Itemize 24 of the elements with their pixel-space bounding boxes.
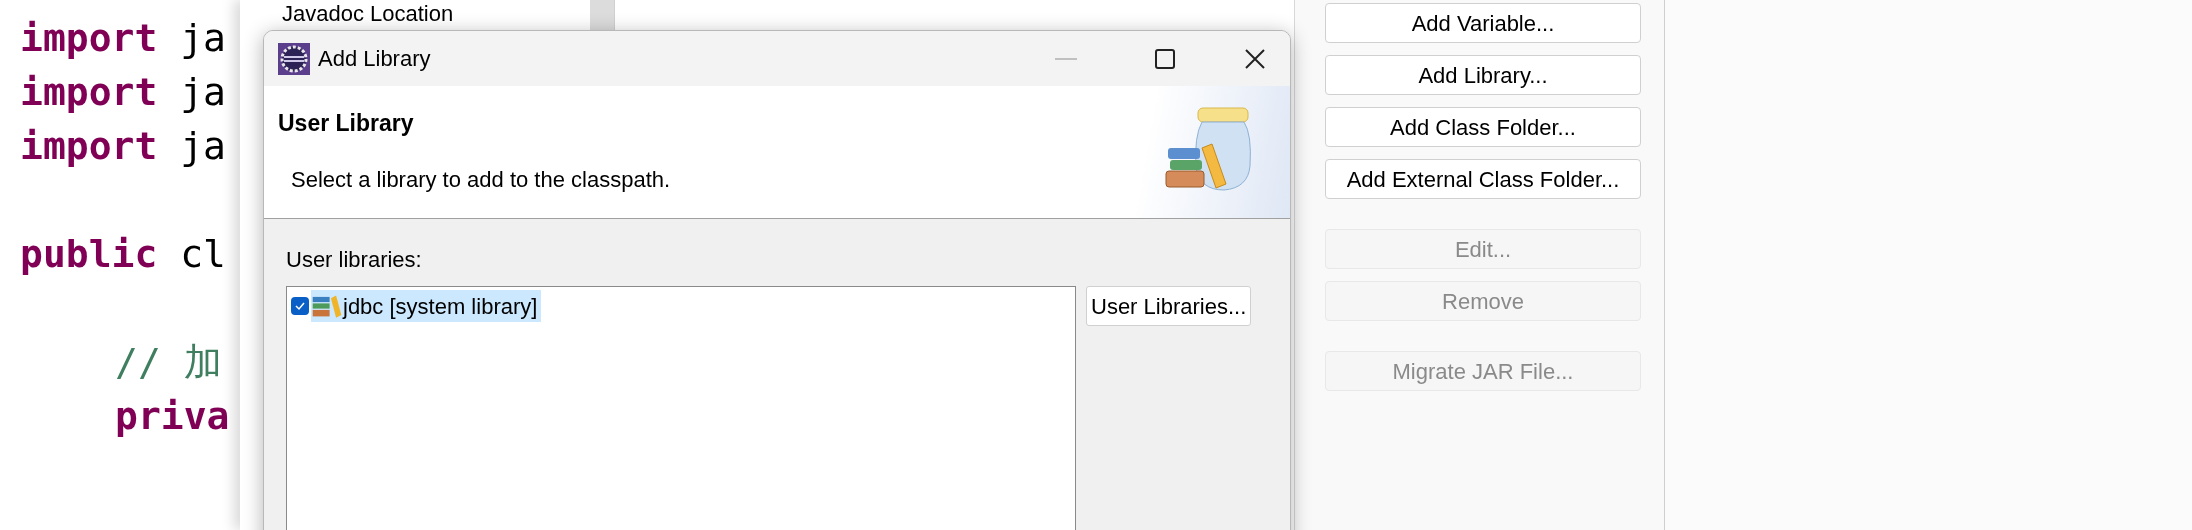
close-icon[interactable] [1245,48,1265,69]
code-line: public cl [20,230,226,278]
code-line: import ja [20,68,226,116]
code-comment: // 加 [115,338,222,386]
code-line: import ja [20,122,226,170]
window-title: Add Library [318,45,431,73]
library-name: jdbc [system library] [343,292,538,321]
user-libraries-button[interactable]: User Libraries... [1086,286,1252,326]
books-icon [311,293,343,319]
library-checkbox[interactable] [291,297,309,315]
side-button[interactable]: Add Variable... [1325,3,1641,43]
code-line: import ja [20,14,226,62]
library-item[interactable]: jdbc [system library] [311,290,542,322]
eclipse-icon [278,42,310,75]
side-button[interactable]: Add External Class Folder... [1325,159,1641,199]
check-icon [294,300,306,312]
side-button[interactable]: Add Class Folder... [1325,107,1641,147]
header-title: User Library [278,109,415,138]
code-line: priva [115,392,230,440]
maximize-icon[interactable] [1155,48,1175,69]
list-item[interactable]: Javadoc Location [282,0,590,34]
header-description: Select a library to add to the classpath. [290,165,672,194]
list-label: User libraries: [286,246,423,274]
side-button[interactable]: Add Library... [1325,55,1641,95]
